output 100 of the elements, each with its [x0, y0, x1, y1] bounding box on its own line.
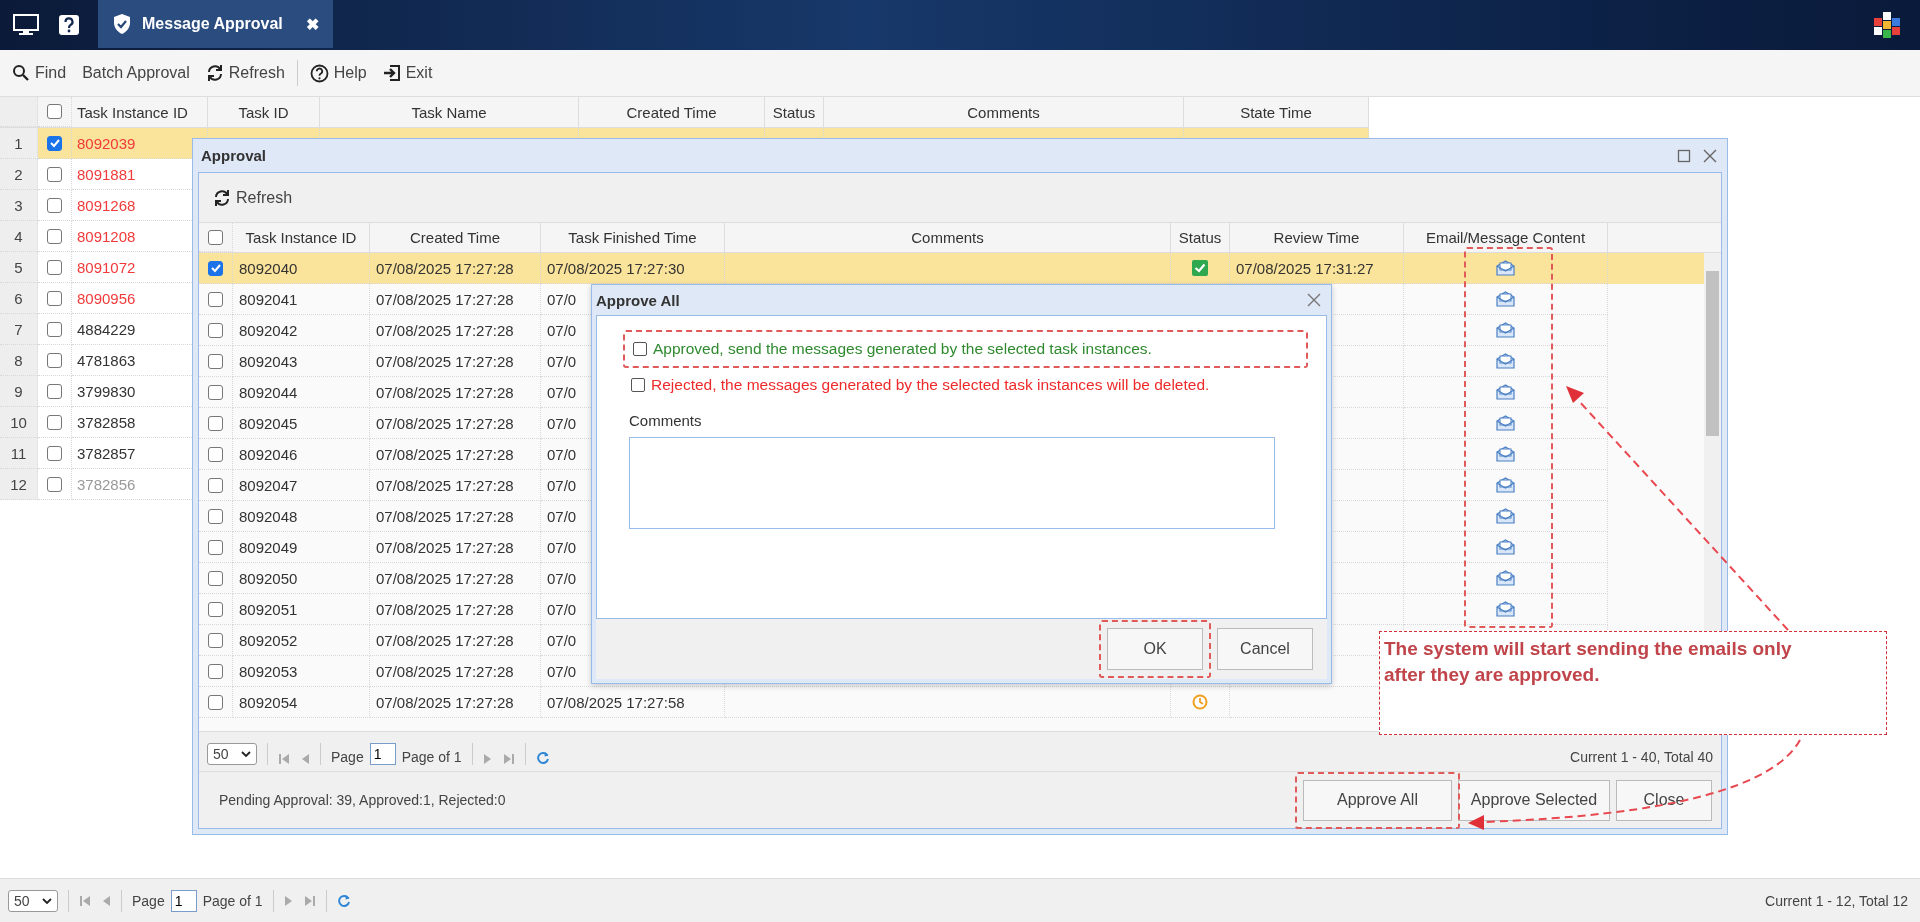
envelope-icon[interactable] [1496, 601, 1515, 617]
table-cell: 07/08/2025 17:31:27 [1236, 259, 1374, 277]
row-checkbox[interactable] [208, 663, 223, 679]
table-cell: 07/0 [547, 507, 577, 525]
find-button[interactable]: Find [8, 60, 71, 86]
page-size-select[interactable]: 50 [8, 889, 58, 912]
row-checkbox[interactable] [208, 415, 223, 431]
row-checkbox[interactable] [208, 477, 223, 493]
refresh-button[interactable]: Refresh [201, 60, 289, 86]
table-cell: 07/0 [547, 600, 577, 618]
row-checkbox[interactable] [208, 322, 223, 338]
app-tab[interactable]: Message Approval ✖ [98, 0, 333, 48]
help-button[interactable]: Help [305, 59, 371, 87]
row-checkbox[interactable] [47, 445, 62, 461]
page-size-select[interactable]: 50 [207, 743, 257, 765]
close-button[interactable]: Close [1616, 779, 1712, 821]
table-cell: 07/0 [547, 321, 577, 339]
column-header[interactable]: Email/Message Content [1404, 223, 1608, 252]
batch-approval-button[interactable]: Batch Approval [78, 60, 194, 86]
option-checkbox[interactable] [633, 342, 647, 356]
refresh-button[interactable]: Refresh [209, 184, 297, 211]
dialog-title: Approve All [596, 291, 680, 309]
help-icon[interactable] [58, 14, 80, 36]
column-header[interactable]: Task Instance ID [233, 223, 370, 252]
column-header[interactable]: Review Time [1230, 223, 1404, 252]
table-row[interactable]: 8092040 07/08/2025 17:27:28 07/08/2025 17:27:30 07/08/2025 17:31:27 [199, 253, 1704, 284]
column-header[interactable]: Task Instance ID [72, 97, 208, 127]
envelope-icon[interactable] [1496, 260, 1515, 276]
row-checkbox[interactable] [47, 259, 62, 275]
column-header[interactable]: Created Time [579, 97, 765, 127]
option-checkbox[interactable] [631, 378, 645, 392]
row-checkbox[interactable] [47, 321, 62, 337]
row-checkbox[interactable] [47, 135, 62, 151]
close-tab-button[interactable]: ✖ [306, 14, 319, 34]
page-input[interactable]: 1 [369, 743, 396, 765]
row-checkbox[interactable] [208, 508, 223, 524]
row-checkbox[interactable] [47, 197, 62, 213]
table-cell: 07/0 [547, 290, 577, 308]
column-header[interactable]: Task Finished Time [541, 223, 725, 252]
row-checkbox[interactable] [208, 384, 223, 400]
envelope-icon[interactable] [1496, 477, 1515, 493]
envelope-icon[interactable] [1496, 570, 1515, 586]
table-cell: 8092039 [77, 134, 136, 152]
row-checkbox[interactable] [208, 446, 223, 462]
column-header[interactable]: Comments [824, 97, 1184, 127]
table-cell: 8091072 [77, 258, 136, 276]
row-number: 6 [0, 283, 38, 314]
row-checkbox[interactable] [47, 166, 62, 182]
page-input[interactable]: 1 [170, 889, 197, 912]
column-header[interactable]: State Time [1184, 97, 1369, 127]
column-header[interactable]: Task Name [320, 97, 579, 127]
approve-all-button[interactable]: Approve All [1303, 779, 1452, 821]
row-number: 4 [0, 221, 38, 252]
row-checkbox[interactable] [208, 260, 223, 276]
envelope-icon[interactable] [1496, 539, 1515, 555]
envelope-icon[interactable] [1496, 322, 1515, 338]
row-number: 9 [0, 376, 38, 407]
column-header[interactable]: Comments [725, 223, 1171, 252]
refresh-icon[interactable] [535, 751, 550, 765]
envelope-icon[interactable] [1496, 446, 1515, 462]
envelope-icon[interactable] [1496, 415, 1515, 431]
row-checkbox[interactable] [47, 352, 62, 368]
close-icon[interactable] [1307, 293, 1321, 307]
refresh-icon[interactable] [336, 893, 351, 908]
monitor-icon[interactable] [12, 13, 40, 37]
cancel-button[interactable]: Cancel [1217, 628, 1313, 670]
ok-button[interactable]: OK [1107, 628, 1203, 670]
close-icon[interactable] [1703, 148, 1717, 163]
table-cell: 07/0 [547, 569, 577, 587]
column-header[interactable]: Created Time [370, 223, 541, 252]
envelope-icon[interactable] [1496, 384, 1515, 400]
row-checkbox[interactable] [208, 570, 223, 586]
row-checkbox[interactable] [47, 228, 62, 244]
row-checkbox[interactable] [208, 694, 223, 710]
approve-selected-button[interactable]: Approve Selected [1458, 779, 1610, 821]
row-checkbox[interactable] [47, 414, 62, 430]
row-checkbox[interactable] [208, 632, 223, 648]
envelope-icon[interactable] [1496, 291, 1515, 307]
callout-tooltip: The system will start sending the emails only after they are approved. [1379, 631, 1887, 735]
envelope-icon[interactable] [1496, 508, 1515, 524]
row-checkbox[interactable] [208, 353, 223, 369]
table-cell: 07/08/2025 17:27:28 [376, 290, 514, 308]
row-checkbox[interactable] [47, 476, 62, 492]
table-cell: 3799830 [77, 382, 136, 400]
row-checkbox[interactable] [47, 290, 62, 306]
envelope-icon[interactable] [1496, 353, 1515, 369]
row-checkbox[interactable] [208, 539, 223, 555]
option-label[interactable]: Rejected, the messages generated by the selected task instances will be deleted. [651, 376, 1210, 394]
row-checkbox[interactable] [47, 383, 62, 399]
select-all-checkbox[interactable] [47, 104, 62, 119]
select-all-checkbox[interactable] [208, 229, 223, 245]
column-header[interactable]: Status [765, 97, 824, 127]
row-checkbox[interactable] [208, 601, 223, 617]
column-header[interactable]: Task ID [208, 97, 320, 127]
table-cell: 07/0 [547, 538, 577, 556]
row-checkbox[interactable] [208, 291, 223, 307]
comments-field[interactable] [629, 437, 1275, 529]
column-header[interactable]: Status [1171, 223, 1230, 252]
exit-button[interactable]: Exit [378, 60, 437, 86]
maximize-icon[interactable] [1677, 148, 1691, 163]
